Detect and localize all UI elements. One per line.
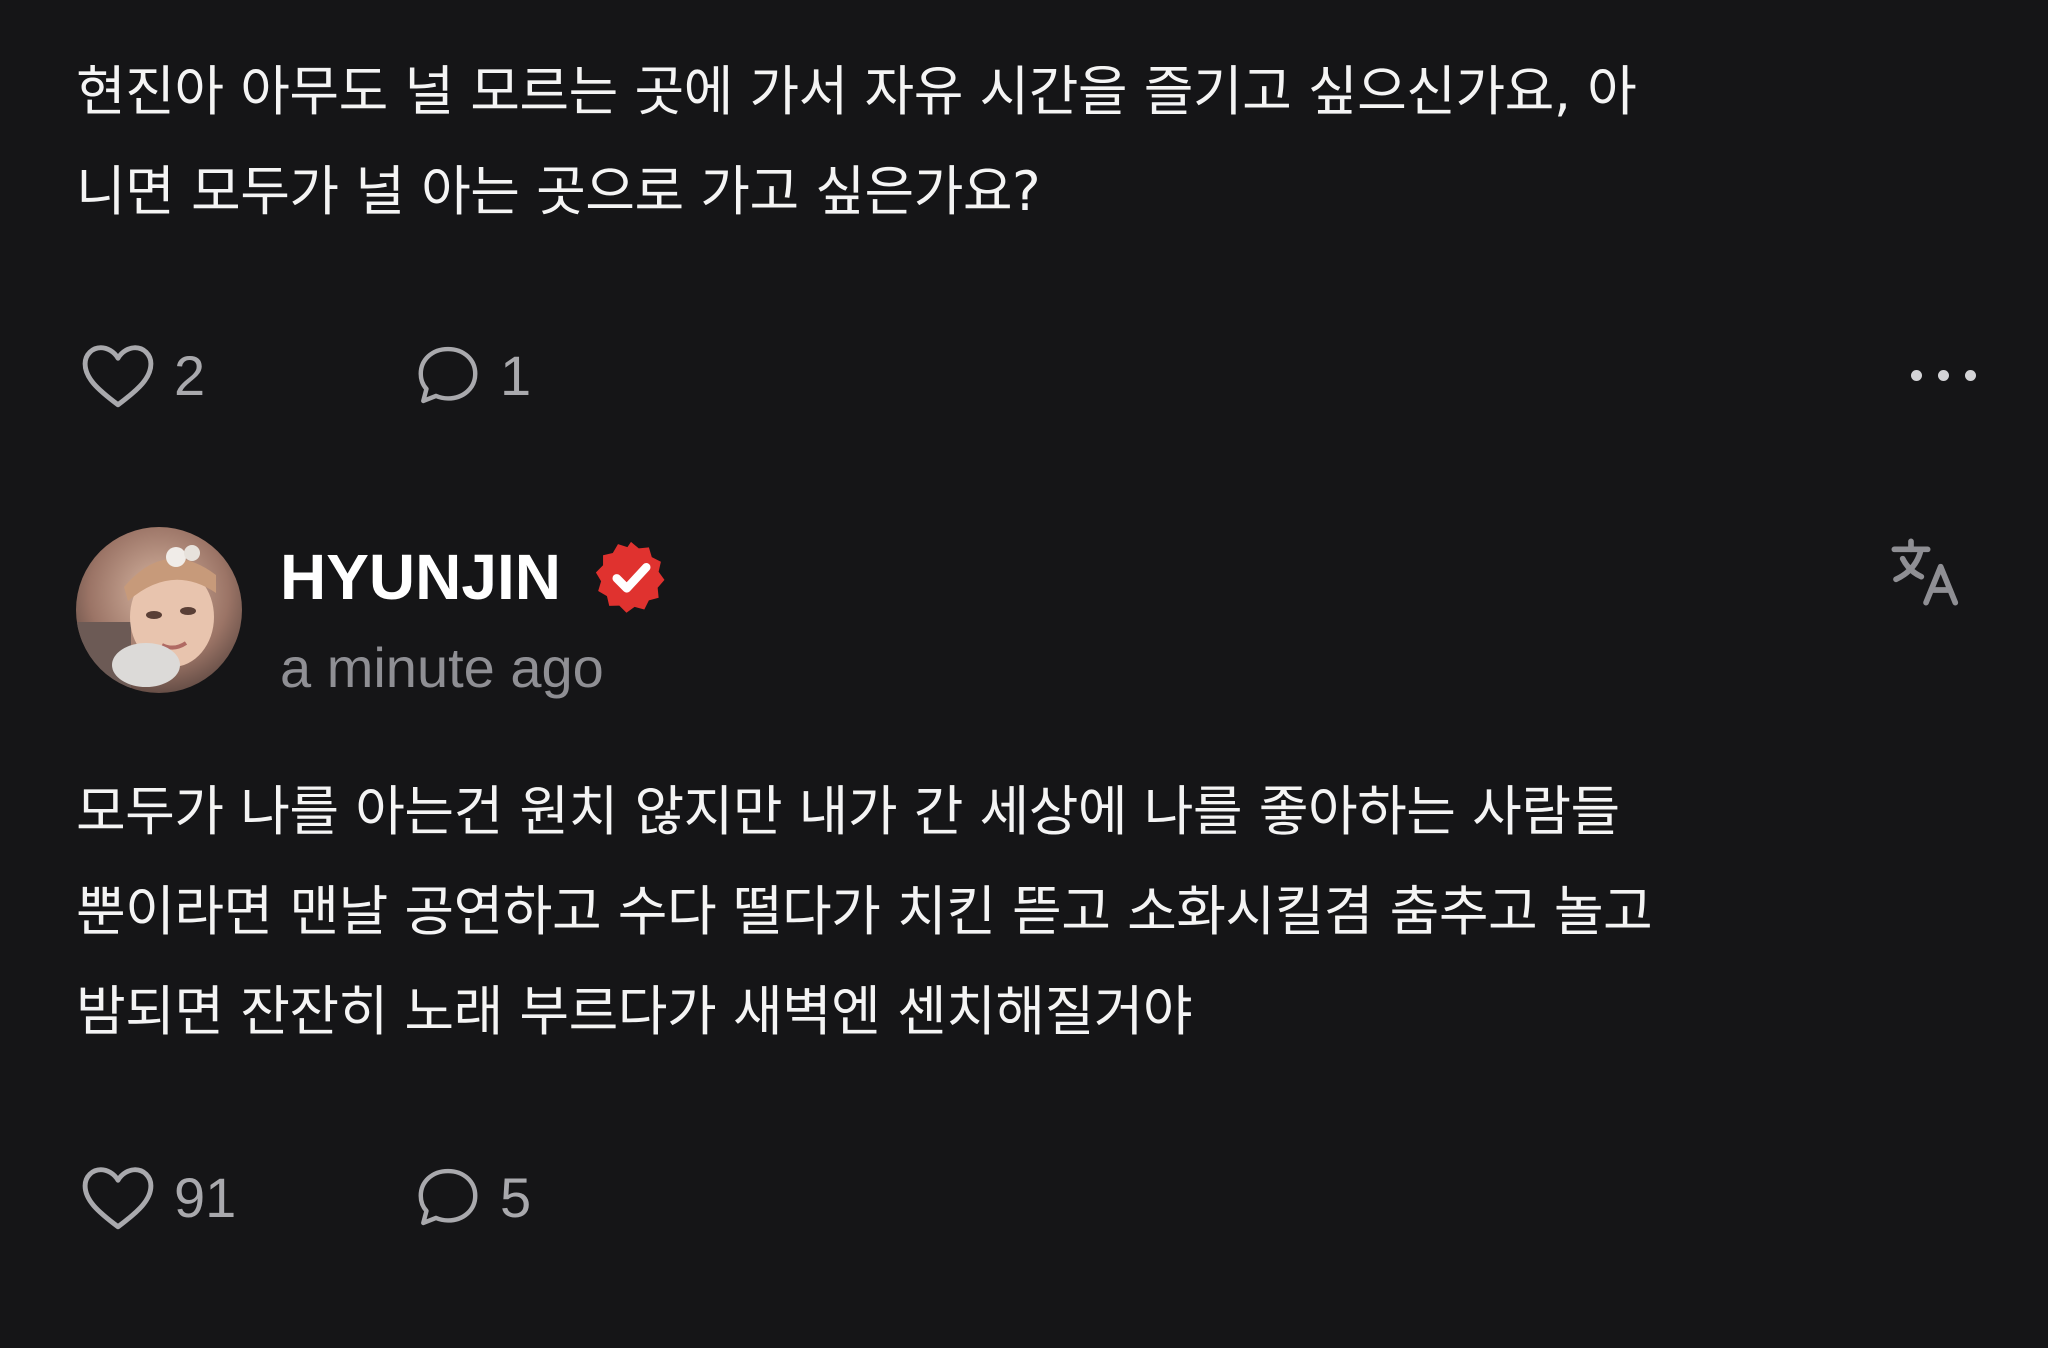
reply-comment-count: 5	[500, 1165, 532, 1229]
more-options-button[interactable]	[1876, 333, 1976, 417]
reply-author[interactable]: HYUNJIN	[280, 532, 561, 622]
reply-actions: 91 5	[76, 1155, 1976, 1239]
question-comment-button[interactable]: 1	[410, 333, 531, 417]
reply-like-count: 91	[174, 1165, 237, 1229]
reply-comment-button[interactable]: 5	[410, 1155, 531, 1239]
question-line-1: 현진아 아무도 널 모르는 곳에 가서 자유 시간을 즐기고 싶으신가요, 아	[76, 60, 1637, 123]
reply-text: 모두가 나를 아는건 원치 않지만 내가 간 세상에 나를 좋아하는 사람들 뿐…	[76, 762, 1976, 1062]
heart-outline-icon	[82, 345, 154, 408]
question-line-2: 니면 모두가 널 아는 곳으로 가고 싶은가요?	[76, 160, 1041, 223]
question-like-count: 2	[174, 343, 206, 407]
question-comment-count: 1	[500, 343, 532, 407]
more-dot	[1938, 369, 1949, 381]
speech-bubble-icon	[418, 346, 478, 404]
heart-outline-icon	[82, 1167, 154, 1230]
question-like-button[interactable]: 2	[76, 333, 205, 417]
question-actions: 2 1	[76, 333, 1976, 417]
speech-bubble-icon	[418, 1168, 478, 1226]
avatar[interactable]	[76, 527, 242, 693]
reply-timestamp: a minute ago	[280, 636, 604, 699]
reply-like-button[interactable]: 91	[76, 1155, 236, 1239]
question-text: 현진아 아무도 널 모르는 곳에 가서 자유 시간을 즐기고 싶으신가요, 아 …	[76, 42, 1976, 242]
avatar-image	[76, 527, 242, 693]
translate-icon[interactable]	[1886, 532, 1966, 612]
verified-badge-icon	[595, 541, 665, 613]
reply-line-2: 뿐이라면 맨날 공연하고 수다 떨다가 치킨 뜯고 소화시킬겸 춤추고 놀고	[76, 880, 1653, 943]
more-dots-icon	[1911, 369, 1922, 381]
reply-line-1: 모두가 나를 아는건 원치 않지만 내가 간 세상에 나를 좋아하는 사람들	[76, 780, 1620, 843]
more-dot	[1965, 369, 1976, 381]
reply-line-3: 밤되면 잔잔히 노래 부르다가 새벽엔 센치해질거야	[76, 980, 1193, 1043]
